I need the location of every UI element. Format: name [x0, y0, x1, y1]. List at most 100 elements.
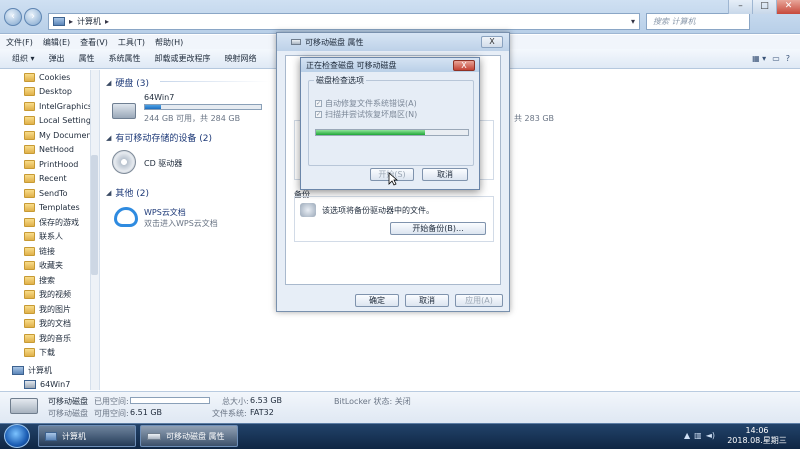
taskbar-item-computer[interactable]: 计算机: [38, 425, 136, 447]
clock[interactable]: 14:06 2018.08.星期三: [722, 426, 792, 446]
clock-time: 14:06: [745, 426, 769, 435]
sidebar-item-nethood[interactable]: NetHood: [0, 143, 99, 158]
folder-icon: [24, 72, 35, 82]
menu-view[interactable]: 查看(V): [80, 37, 108, 48]
drive-icon: [147, 432, 161, 440]
status-total-value: 6.53 GB: [250, 396, 283, 405]
status-free-label: 可用空间:: [94, 409, 129, 418]
menu-help[interactable]: 帮助(H): [155, 37, 183, 48]
cancel-button[interactable]: 取消: [405, 294, 449, 307]
close-icon[interactable]: ✕: [776, 0, 800, 14]
sidebar-item-my-music[interactable]: 我的音乐: [0, 331, 99, 346]
properties-close-icon[interactable]: X: [481, 36, 503, 48]
search-input[interactable]: 搜索 计算机: [646, 13, 750, 30]
cd-drive-label: CD 驱动器: [144, 159, 183, 168]
preview-pane-icon[interactable]: ▭: [772, 54, 780, 63]
address-bar[interactable]: ▸ 计算机 ▸ ▾: [48, 13, 640, 30]
group-removable[interactable]: ◢ 有可移动存储的设备 (2): [106, 131, 212, 145]
properties-button[interactable]: 属性: [79, 53, 95, 64]
menu-tools[interactable]: 工具(T): [118, 37, 145, 48]
sidebar-item-my-pictures[interactable]: 我的图片: [0, 302, 99, 317]
map-network-button[interactable]: 映射网络: [225, 53, 257, 64]
checkbox-check-icon: ✓: [315, 111, 322, 118]
sidebar-item-my-videos[interactable]: 我的视频: [0, 288, 99, 303]
folder-icon: [24, 130, 35, 140]
sidebar-item-cookies[interactable]: Cookies: [0, 70, 99, 85]
group-hard-disks[interactable]: ◢ 硬盘 (3): [106, 76, 149, 90]
computer-icon: [53, 17, 65, 26]
volume-icon[interactable]: ◄): [706, 431, 715, 440]
check-progress-fill: [316, 130, 426, 135]
tray-arrow-icon[interactable]: ▲: [684, 431, 690, 440]
auto-fix-checkbox[interactable]: ✓ 自动修复文件系统错误(A): [315, 98, 417, 109]
taskbar-item-properties[interactable]: 可移动磁盘 属性: [140, 425, 238, 447]
wps-desc: 双击进入WPS云文档: [144, 219, 218, 228]
properties-titlebar: 可移动磁盘 属性 X: [277, 33, 509, 51]
sidebar-item-favorites[interactable]: 收藏夹: [0, 259, 99, 274]
sidebar-item-downloads[interactable]: 下载: [0, 346, 99, 361]
sidebar-item-searches[interactable]: 搜索: [0, 273, 99, 288]
maximize-icon[interactable]: □: [752, 0, 776, 14]
eject-button[interactable]: 弹出: [49, 53, 65, 64]
status-free-value: 6.51 GB: [130, 408, 163, 417]
sidebar-item-templates[interactable]: Templates: [0, 201, 99, 216]
minimize-icon[interactable]: –: [728, 0, 752, 14]
network-icon[interactable]: ▥: [694, 431, 702, 440]
check-disk-title: 正在检查磁盘 可移动磁盘: [306, 60, 397, 70]
sidebar-item-computer[interactable]: 计算机: [0, 363, 99, 378]
sidebar-item-desktop[interactable]: Desktop: [0, 85, 99, 100]
forward-arrow-icon[interactable]: ›: [24, 8, 42, 26]
collapse-arrow-icon: ◢: [106, 78, 112, 87]
start-backup-button[interactable]: 开始备份(B)...: [390, 222, 486, 235]
sidebar-scroll-thumb[interactable]: [91, 155, 98, 275]
cloud-icon: [114, 207, 138, 227]
check-options-group: 磁盘检查选项 ✓ 自动修复文件系统错误(A) ✓ 扫描并尝试恢复坏扇区(N): [308, 75, 474, 166]
sidebar-item-intelgraphics[interactable]: IntelGraphicsP: [0, 99, 99, 114]
sidebar-item-sendto[interactable]: SendTo: [0, 186, 99, 201]
sidebar-item-recent[interactable]: Recent: [0, 172, 99, 187]
help-icon[interactable]: ?: [786, 54, 790, 63]
folder-icon: [24, 232, 35, 242]
sidebar-item-contacts[interactable]: 联系人: [0, 230, 99, 245]
folder-icon: [24, 145, 35, 155]
breadcrumb-computer[interactable]: 计算机: [77, 16, 101, 27]
sidebar-item-local-settings[interactable]: Local Settings: [0, 114, 99, 129]
start-orb-icon[interactable]: [4, 424, 30, 448]
organize-button[interactable]: 组织 ▾: [12, 53, 35, 64]
apply-button[interactable]: 应用(A): [455, 294, 503, 307]
sidebar-item-saved-games[interactable]: 保存的游戏: [0, 215, 99, 230]
ok-button[interactable]: 确定: [355, 294, 399, 307]
view-options-icon[interactable]: ▦ ▾: [752, 54, 766, 63]
address-dropdown-icon[interactable]: ▾: [631, 17, 639, 26]
menu-edit[interactable]: 编辑(E): [43, 37, 70, 48]
back-arrow-icon[interactable]: ‹: [4, 8, 22, 26]
drive-icon: [24, 380, 36, 390]
sidebar-item-my-documents[interactable]: My Document: [0, 128, 99, 143]
uninstall-button[interactable]: 卸载或更改程序: [155, 53, 211, 64]
sidebar-item-my-docs[interactable]: 我的文档: [0, 317, 99, 332]
status-used-label: 已用空间:: [94, 397, 129, 406]
cancel-check-button[interactable]: 取消: [422, 168, 468, 181]
folder-icon: [24, 261, 35, 271]
scan-sectors-checkbox[interactable]: ✓ 扫描并尝试恢复坏扇区(N): [315, 109, 417, 120]
breadcrumb-separator: ▸: [69, 17, 74, 26]
system-tray: ▲ ▥ ◄): [684, 431, 720, 440]
sidebar-item-64win7[interactable]: 64Win7: [0, 378, 99, 391]
status-fs-label: 文件系统:: [212, 409, 247, 418]
folder-icon: [24, 217, 35, 227]
collapse-arrow-icon: ◢: [106, 188, 112, 197]
system-properties-button[interactable]: 系统属性: [109, 53, 141, 64]
folder-icon: [24, 275, 35, 285]
sidebar-item-printhood[interactable]: PrintHood: [0, 157, 99, 172]
folder-icon: [24, 159, 35, 169]
menu-file[interactable]: 文件(F): [6, 37, 33, 48]
folder-icon: [24, 101, 35, 111]
sidebar-item-links[interactable]: 链接: [0, 244, 99, 259]
check-disk-close-icon[interactable]: X: [453, 59, 475, 71]
hard-drive-icon: [112, 103, 136, 119]
window-controls: – □ ✕: [728, 0, 800, 14]
drive-usage-fill: [145, 105, 162, 109]
computer-icon: [45, 431, 57, 441]
navigation-pane: Cookies Desktop IntelGraphicsP Local Set…: [0, 70, 100, 390]
group-other[interactable]: ◢ 其他 (2): [106, 186, 149, 200]
